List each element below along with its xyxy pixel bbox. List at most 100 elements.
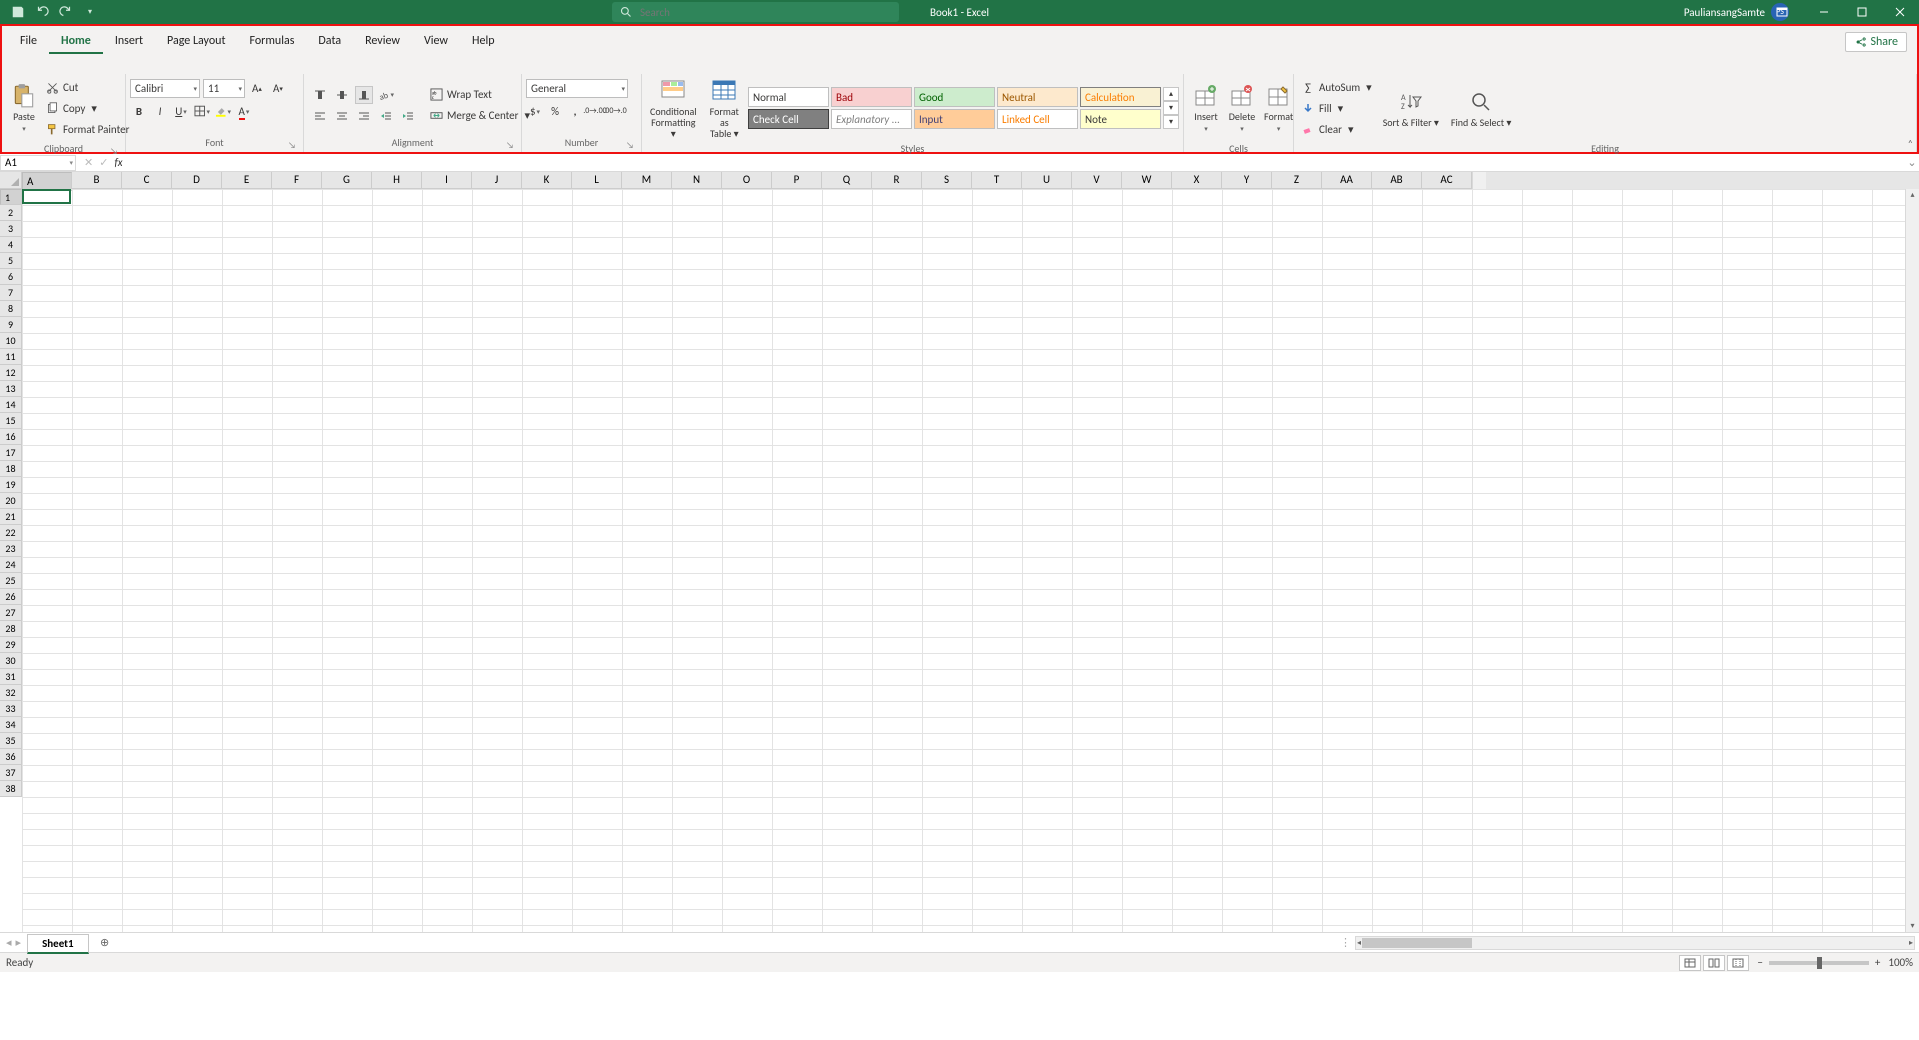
minimize-button[interactable] xyxy=(1805,0,1843,24)
clear-button[interactable]: Clear▾ xyxy=(1301,120,1372,138)
tab-page-layout[interactable]: Page Layout xyxy=(155,30,237,54)
delete-cells-button[interactable]: Delete▾ xyxy=(1224,76,1260,140)
orientation-button[interactable]: ab▾ xyxy=(377,86,395,104)
redo-icon[interactable] xyxy=(58,4,74,20)
row-header[interactable]: 2 xyxy=(0,205,22,221)
row-header[interactable]: 16 xyxy=(0,429,22,445)
cell-style-neutral[interactable]: Neutral xyxy=(997,87,1078,107)
cell-style-bad[interactable]: Bad xyxy=(831,87,912,107)
new-sheet-button[interactable]: ⊕ xyxy=(95,936,115,949)
dialog-launcher-icon[interactable]: ↘ xyxy=(109,146,119,156)
row-header[interactable]: 6 xyxy=(0,269,22,285)
row-header[interactable]: 30 xyxy=(0,653,22,669)
row-header[interactable]: 29 xyxy=(0,637,22,653)
row-header[interactable]: 8 xyxy=(0,301,22,317)
cell-style-normal[interactable]: Normal xyxy=(748,87,829,107)
zoom-in-button[interactable]: + xyxy=(1875,956,1880,969)
column-header[interactable]: T xyxy=(972,172,1022,189)
sheet-tab[interactable]: Sheet1 xyxy=(27,934,89,954)
row-header[interactable]: 14 xyxy=(0,397,22,413)
tab-view[interactable]: View xyxy=(412,30,460,54)
fill-color-button[interactable]: ▾ xyxy=(214,102,232,120)
row-header[interactable]: 3 xyxy=(0,221,22,237)
column-header[interactable]: E xyxy=(222,172,272,189)
column-header[interactable]: B xyxy=(72,172,122,189)
tab-formulas[interactable]: Formulas xyxy=(237,30,306,54)
bold-button[interactable]: B xyxy=(130,102,148,120)
column-header[interactable]: AB xyxy=(1372,172,1422,189)
number-format-select[interactable]: General▾ xyxy=(526,79,628,98)
cell-style-check-cell[interactable]: Check Cell xyxy=(748,109,829,129)
tab-data[interactable]: Data xyxy=(306,30,353,54)
column-header[interactable]: N xyxy=(672,172,722,189)
cell-style-calculation[interactable]: Calculation xyxy=(1080,87,1161,107)
increase-decimal-button[interactable]: .0→.00 xyxy=(586,102,604,120)
align-right-button[interactable] xyxy=(355,107,373,125)
sort-filter-button[interactable]: AZSort & Filter ▾ xyxy=(1379,76,1443,140)
dialog-launcher-icon[interactable]: ↘ xyxy=(287,140,297,150)
select-all-corner[interactable] xyxy=(0,172,22,189)
tab-scroll-last-icon[interactable]: ▸ xyxy=(16,936,22,949)
column-header[interactable]: L xyxy=(572,172,622,189)
row-header[interactable]: 20 xyxy=(0,493,22,509)
font-size-select[interactable]: 11▾ xyxy=(203,79,245,98)
column-header[interactable]: AA xyxy=(1322,172,1372,189)
gallery-more-icon[interactable]: ▾ xyxy=(1163,115,1179,129)
row-header[interactable]: 5 xyxy=(0,253,22,269)
scroll-up-icon[interactable]: ▴ xyxy=(1909,189,1915,201)
row-header[interactable]: 25 xyxy=(0,573,22,589)
row-header[interactable]: 26 xyxy=(0,589,22,605)
row-header[interactable]: 13 xyxy=(0,381,22,397)
cell-styles-gallery[interactable]: NormalBadGoodNeutralCalculationCheck Cel… xyxy=(748,87,1161,129)
row-header[interactable]: 27 xyxy=(0,605,22,621)
normal-view-button[interactable] xyxy=(1679,955,1701,971)
font-name-select[interactable]: Calibri▾ xyxy=(130,79,200,98)
row-header[interactable]: 36 xyxy=(0,749,22,765)
gallery-down-icon[interactable]: ▾ xyxy=(1163,101,1179,115)
row-header[interactable]: 33 xyxy=(0,701,22,717)
paste-button[interactable]: Paste ▾ xyxy=(6,76,42,140)
column-header[interactable]: C xyxy=(122,172,172,189)
cell-style-note[interactable]: Note xyxy=(1080,109,1161,129)
column-header[interactable]: F xyxy=(272,172,322,189)
row-header[interactable]: 24 xyxy=(0,557,22,573)
column-header[interactable]: AC xyxy=(1422,172,1472,189)
maximize-button[interactable] xyxy=(1843,0,1881,24)
merge-center-button[interactable]: Merge & Center▾ xyxy=(429,107,530,125)
row-header[interactable]: 37 xyxy=(0,765,22,781)
row-header[interactable]: 10 xyxy=(0,333,22,349)
decrease-indent-button[interactable] xyxy=(377,107,395,125)
row-header[interactable]: 17 xyxy=(0,445,22,461)
autosum-button[interactable]: ∑AutoSum▾ xyxy=(1301,78,1372,96)
cell-style-explanatory-[interactable]: Explanatory ... xyxy=(831,109,912,129)
tab-insert[interactable]: Insert xyxy=(103,30,155,54)
zoom-slider-thumb[interactable] xyxy=(1817,957,1822,969)
format-painter-button[interactable]: Format Painter xyxy=(45,120,129,138)
comma-format-button[interactable]: , xyxy=(566,102,584,120)
cut-button[interactable]: Cut xyxy=(45,78,129,96)
share-button[interactable]: Share xyxy=(1845,32,1907,52)
column-header[interactable]: M xyxy=(622,172,672,189)
zoom-out-button[interactable]: − xyxy=(1757,956,1762,969)
column-header[interactable]: V xyxy=(1072,172,1122,189)
decrease-font-size-button[interactable]: A▾ xyxy=(269,80,287,98)
column-header[interactable]: J xyxy=(472,172,522,189)
row-header[interactable]: 31 xyxy=(0,669,22,685)
align-left-button[interactable] xyxy=(311,107,329,125)
row-header[interactable]: 34 xyxy=(0,717,22,733)
scroll-right-icon[interactable]: ▸ xyxy=(1908,937,1914,949)
row-header[interactable]: 38 xyxy=(0,781,22,797)
save-icon[interactable] xyxy=(10,4,26,20)
hscroll-thumb[interactable] xyxy=(1362,938,1472,948)
wrap-text-button[interactable]: abcWrap Text xyxy=(429,86,530,104)
page-break-view-button[interactable] xyxy=(1727,955,1749,971)
column-header[interactable]: P xyxy=(772,172,822,189)
ribbon-display-options-icon[interactable] xyxy=(1763,0,1801,24)
column-header[interactable]: S xyxy=(922,172,972,189)
align-bottom-button[interactable] xyxy=(355,86,373,104)
column-header[interactable]: O xyxy=(722,172,772,189)
row-header[interactable]: 15 xyxy=(0,413,22,429)
horizontal-scrollbar[interactable]: ◂ ▸ xyxy=(1355,936,1915,950)
format-cells-button[interactable]: Format▾ xyxy=(1260,76,1297,140)
column-header[interactable]: X xyxy=(1172,172,1222,189)
